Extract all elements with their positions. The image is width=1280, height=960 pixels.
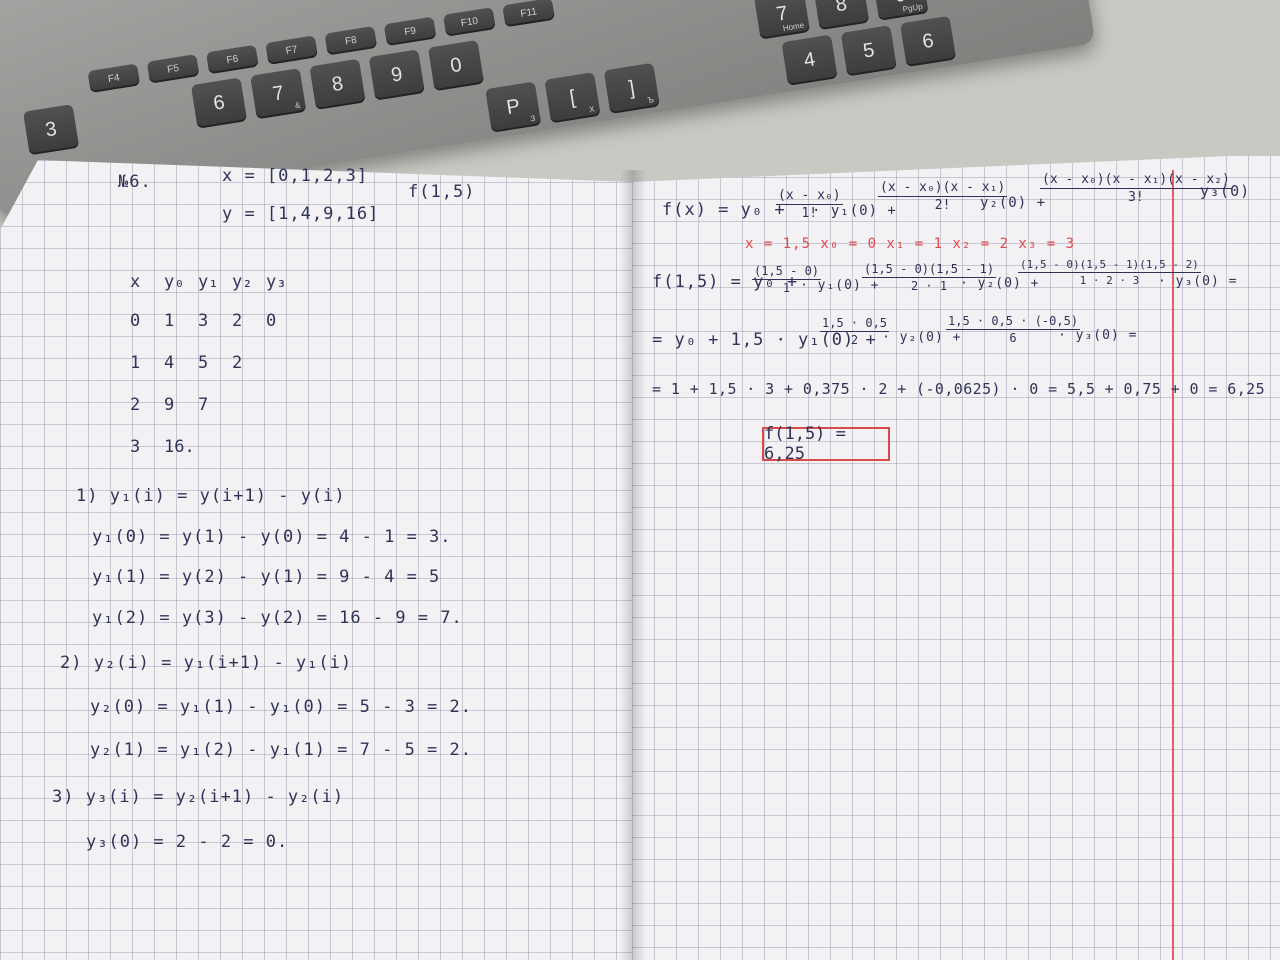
step-line: y₁(2) = y(3) - y(2) = 16 - 9 = 7. bbox=[92, 608, 463, 628]
table-header-cell: y₂ bbox=[232, 272, 253, 292]
step-line: y₃(0) = 2 - 2 = 0. bbox=[86, 832, 289, 852]
formula-term: y₂(0) + bbox=[980, 195, 1047, 211]
y-definition: y = [1,4,9,16] bbox=[222, 204, 380, 224]
x-definition: x = [0,1,2,3] bbox=[222, 166, 369, 186]
substitution-term: · y₃(0) = bbox=[1158, 274, 1238, 289]
table-header-cell: y₀ bbox=[164, 272, 185, 292]
table-row: 2 9 7 bbox=[130, 384, 300, 426]
table-cell: 7 bbox=[198, 395, 209, 415]
table-cell: 1 bbox=[130, 353, 141, 373]
table-header-row: x y₀ y₁ y₂ y₃ bbox=[130, 264, 300, 300]
step-line: y₂(1) = y₁(2) - y₁(1) = 7 - 5 = 2. bbox=[90, 740, 472, 760]
table-cell: 1 bbox=[164, 311, 175, 331]
table-cell: 2 bbox=[232, 311, 243, 331]
table-cell: 5 bbox=[198, 353, 209, 373]
table-cell: 9 bbox=[164, 395, 175, 415]
table-cell bbox=[198, 426, 232, 468]
table-cell bbox=[266, 426, 300, 468]
step-line: y₂(0) = y₁(1) - y₁(0) = 5 - 3 = 2. bbox=[90, 697, 472, 717]
table-cell: 2 bbox=[130, 395, 141, 415]
table-row: 1 4 5 2 bbox=[130, 342, 300, 384]
photo-scene: 3 F4 F5 F6 F7 F8 F9 F10 F11 6 7 & 8 9 0 P… bbox=[0, 0, 1280, 960]
values-line: x = 1,5 x₀ = 0 x₁ = 1 x₂ = 2 x₃ = 3 bbox=[745, 236, 1076, 252]
problem-number: №6. bbox=[118, 172, 152, 192]
difference-table: x y₀ y₁ y₂ y₃ 0 1 3 2 0 1 4 5 2 2 9 7 3 … bbox=[130, 264, 300, 468]
answer-box: f(1,5) = 6,25 bbox=[762, 424, 890, 464]
table-cell bbox=[266, 342, 300, 384]
target-point: f(1,5) bbox=[408, 182, 476, 202]
calculation-line: = 1 + 1,5 · 3 + 0,375 · 2 + (-0,0625) · … bbox=[652, 380, 1265, 398]
table-cell: 16. bbox=[164, 437, 195, 457]
step-line: y₁(1) = y(2) - y(1) = 9 - 4 = 5 bbox=[92, 567, 441, 587]
table-row: 3 16. bbox=[130, 426, 300, 468]
table-cell: 4 bbox=[164, 353, 175, 373]
step-line: 1) y₁(i) = y(i+1) - y(i) bbox=[76, 486, 346, 506]
table-cell bbox=[232, 384, 266, 426]
table-cell bbox=[266, 384, 300, 426]
formula-head: f(x) = y₀ + bbox=[662, 200, 786, 220]
table-header-cell: x bbox=[130, 272, 141, 292]
notebook: №6. x = [0,1,2,3] y = [1,4,9,16] f(1,5) … bbox=[0, 0, 1280, 960]
step-line: 3) y₃(i) = y₂(i+1) - y₂(i) bbox=[52, 787, 345, 807]
table-cell: 0 bbox=[130, 311, 141, 331]
table-header-cell: y₁ bbox=[198, 272, 219, 292]
simplified-fraction: 1,5 · 0,5 2 bbox=[820, 316, 890, 347]
table-cell: 0 bbox=[266, 311, 277, 331]
table-cell: 3 bbox=[130, 437, 141, 457]
simplified-term: · y₃(0) = bbox=[1058, 328, 1138, 343]
step-line: 2) y₂(i) = y₁(i+1) - y₁(i) bbox=[60, 653, 353, 673]
notebook-spine bbox=[620, 170, 646, 960]
formula-term: y₃(0) bbox=[1200, 182, 1251, 200]
table-cell: 3 bbox=[198, 311, 209, 331]
table-row: 0 1 3 2 0 bbox=[130, 300, 300, 342]
table-cell: 2 bbox=[232, 353, 243, 373]
table-cell bbox=[232, 426, 266, 468]
step-line: y₁(0) = y(1) - y(0) = 4 - 1 = 3. bbox=[92, 527, 452, 547]
table-header-cell: y₃ bbox=[266, 272, 287, 292]
